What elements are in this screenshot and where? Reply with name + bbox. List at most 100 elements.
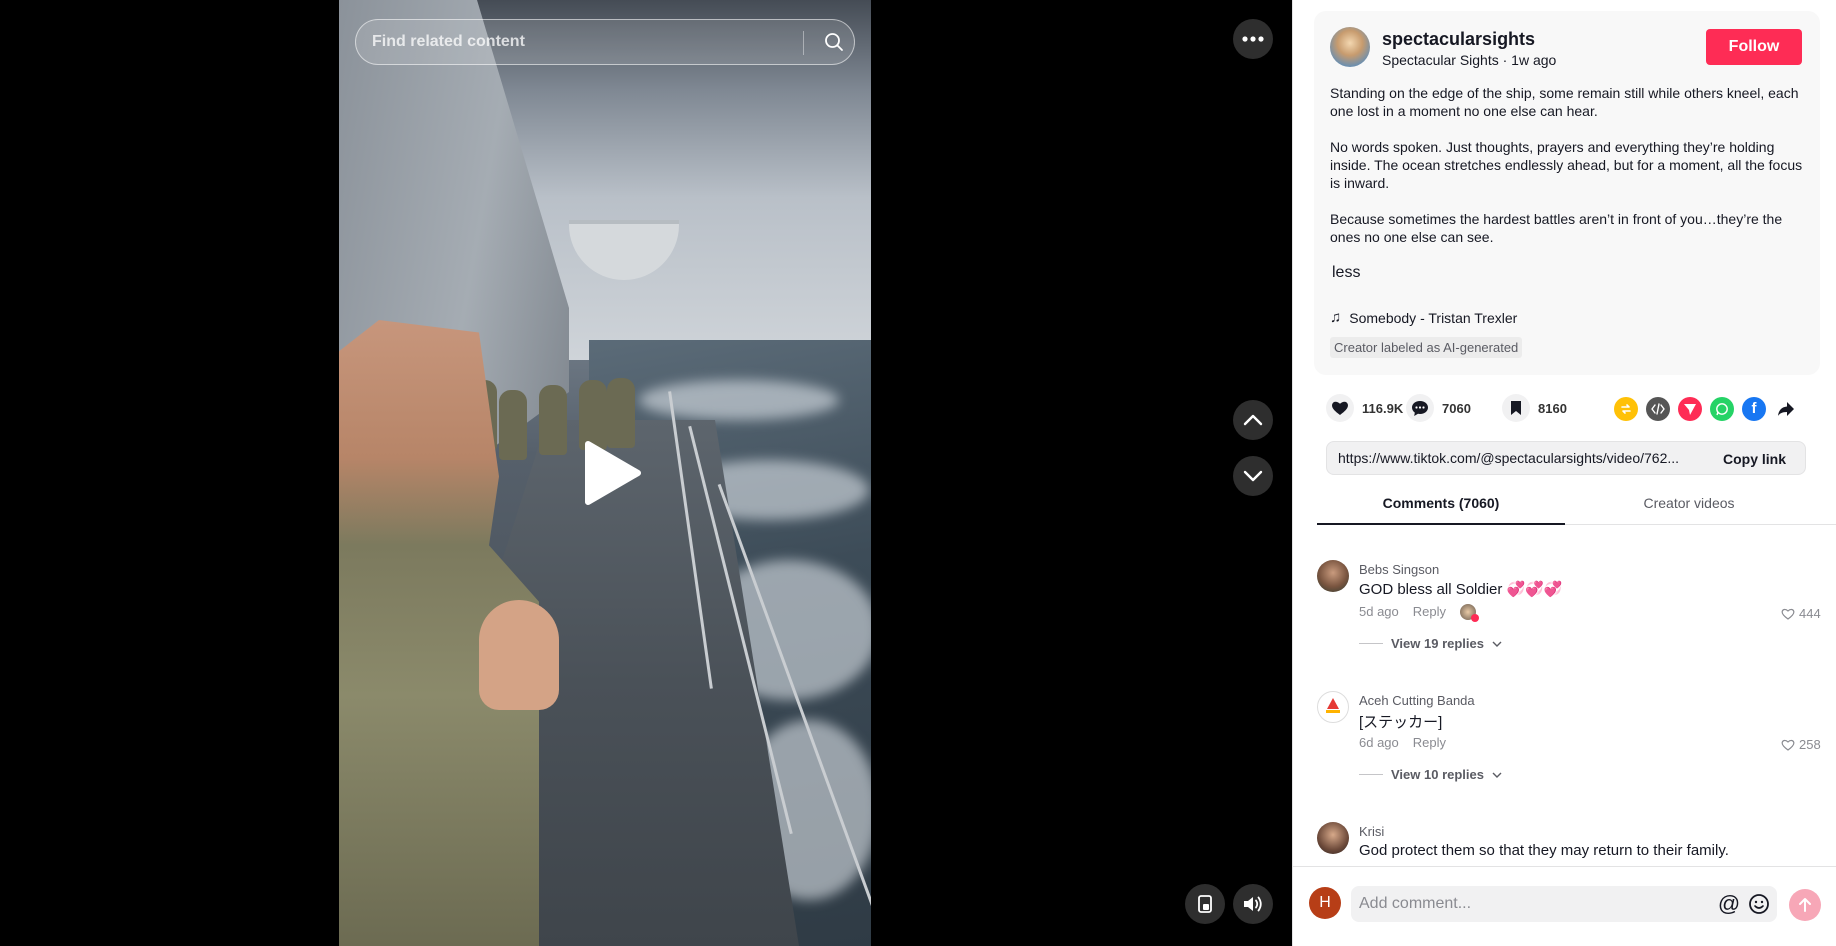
repost-icon[interactable]	[1614, 397, 1638, 421]
commenter-name[interactable]: Krisi	[1359, 824, 1384, 839]
heart-icon	[1326, 394, 1354, 422]
view-replies-label: View 10 replies	[1391, 767, 1484, 782]
divider	[1359, 774, 1383, 775]
mention-button[interactable]: @	[1715, 890, 1743, 918]
ai-generated-label: Creator labeled as AI-generated	[1330, 337, 1523, 358]
embed-icon[interactable]	[1646, 397, 1670, 421]
comment-item: Aceh Cutting Banda [ステッカー] 6d ago Reply …	[1317, 675, 1821, 805]
details-panel: spectacularsights Spectacular Sights · 1…	[1292, 0, 1836, 946]
video-hands	[479, 600, 559, 710]
next-video-button[interactable]	[1233, 456, 1273, 496]
video-figure	[539, 385, 567, 455]
picture-in-picture-icon	[1198, 895, 1212, 913]
view-replies-button[interactable]: View 10 replies	[1359, 767, 1502, 782]
chevron-down-icon	[1492, 641, 1502, 647]
chevron-up-icon	[1243, 414, 1263, 426]
show-less-link[interactable]: less	[1332, 264, 1360, 282]
creator-liked-avatar	[1460, 604, 1480, 622]
view-replies-label: View 19 replies	[1391, 636, 1484, 651]
bookmark-icon	[1502, 394, 1530, 422]
reply-button[interactable]: Reply	[1413, 735, 1446, 750]
video-link-url[interactable]: https://www.tiktok.com/@spectacularsight…	[1338, 450, 1698, 466]
commenter-avatar[interactable]	[1317, 691, 1349, 723]
description-paragraph: No words spoken. Just thoughts, prayers …	[1330, 139, 1803, 191]
volume-button[interactable]	[1233, 884, 1273, 924]
volume-icon	[1244, 896, 1262, 912]
comment-time: 5d ago	[1359, 604, 1399, 619]
commenter-name[interactable]: Bebs Singson	[1359, 562, 1439, 577]
comment-box[interactable]: @	[1351, 886, 1777, 922]
more-icon	[1242, 36, 1264, 42]
video-figure	[607, 378, 635, 448]
chevron-down-icon	[1243, 470, 1263, 482]
follow-button[interactable]: Follow	[1706, 29, 1802, 65]
copy-link-button[interactable]: Copy link	[1711, 443, 1798, 474]
comments-list[interactable]: Bebs Singson GOD bless all Soldier 💞💞💞 5…	[1293, 544, 1836, 862]
description-card: spectacularsights Spectacular Sights · 1…	[1314, 11, 1820, 375]
divider	[1359, 643, 1383, 644]
action-bar: 116.9K 7060 8160 f	[1326, 394, 1816, 422]
like-button[interactable]: 116.9K	[1326, 394, 1403, 422]
previous-video-button[interactable]	[1233, 400, 1273, 440]
user-avatar[interactable]: H	[1309, 887, 1341, 919]
arrow-up-icon	[1799, 898, 1811, 912]
comment-item: Bebs Singson GOD bless all Soldier 💞💞💞 5…	[1317, 544, 1821, 674]
facebook-icon[interactable]: f	[1742, 397, 1766, 421]
save-button[interactable]: 8160	[1502, 394, 1567, 422]
creator-meta: Spectacular Sights · 1w ago	[1382, 52, 1557, 68]
music-title: Somebody - Tristan Trexler	[1349, 309, 1518, 326]
emoji-button[interactable]	[1745, 890, 1773, 918]
comment-icon	[1406, 394, 1434, 422]
creator-avatar[interactable]	[1330, 27, 1370, 67]
heart-outline-icon	[1781, 608, 1795, 620]
music-note-icon: ♫	[1330, 309, 1342, 326]
floating-player-button[interactable]	[1185, 884, 1225, 924]
comment-meta: 6d ago Reply	[1359, 735, 1446, 750]
commenter-avatar[interactable]	[1317, 560, 1349, 592]
comment-item: Krisi God protect them so that they may …	[1317, 806, 1817, 862]
chevron-down-icon	[1492, 772, 1502, 778]
share-arrow-icon[interactable]	[1774, 397, 1798, 421]
emoji-icon	[1749, 894, 1769, 914]
comment-text: GOD bless all Soldier 💞💞💞	[1359, 581, 1563, 598]
heart-outline-icon	[1781, 739, 1795, 751]
description-paragraph: Standing on the edge of the ship, some r…	[1330, 85, 1799, 119]
description-paragraph: Because sometimes the hardest battles ar…	[1330, 211, 1783, 245]
commenter-name[interactable]: Aceh Cutting Banda	[1359, 693, 1475, 708]
search-button[interactable]	[812, 20, 856, 64]
reply-button[interactable]: Reply	[1413, 604, 1446, 620]
comment-text: God protect them so that they may return…	[1359, 842, 1729, 859]
comment-time: 6d ago	[1359, 735, 1399, 750]
comment-meta: 5d ago Reply	[1359, 604, 1480, 622]
play-button[interactable]	[582, 440, 642, 506]
video-player[interactable]	[0, 0, 1292, 946]
music-link[interactable]: ♫ Somebody - Tristan Trexler	[1330, 309, 1517, 326]
send-icon[interactable]	[1678, 397, 1702, 421]
comment-count: 7060	[1442, 400, 1471, 416]
creator-handle[interactable]: spectacularsights	[1382, 29, 1535, 50]
view-replies-button[interactable]: View 19 replies	[1359, 636, 1502, 651]
comment-like-count: 444	[1799, 606, 1821, 621]
commenter-avatar[interactable]	[1317, 822, 1349, 854]
panel-tabs: Comments (7060) Creator videos	[1317, 489, 1836, 525]
tab-creator-videos[interactable]: Creator videos	[1565, 489, 1813, 525]
comment-like-button[interactable]: 444	[1781, 606, 1821, 621]
play-icon	[585, 441, 641, 505]
comment-button[interactable]: 7060	[1406, 394, 1471, 422]
post-comment-button[interactable]	[1789, 889, 1821, 921]
video-figure	[499, 390, 527, 460]
comment-text: [ステッカー]	[1359, 714, 1443, 731]
comment-like-button[interactable]: 258	[1781, 737, 1821, 752]
search-divider	[803, 31, 804, 55]
search-box[interactable]	[355, 19, 855, 65]
save-count: 8160	[1538, 400, 1567, 416]
video-link-box: https://www.tiktok.com/@spectacularsight…	[1326, 441, 1806, 475]
like-count: 116.9K	[1362, 400, 1404, 416]
tab-comments[interactable]: Comments (7060)	[1317, 489, 1565, 525]
comment-composer: H @	[1293, 866, 1836, 946]
whatsapp-icon[interactable]	[1710, 397, 1734, 421]
search-input[interactable]	[372, 20, 792, 64]
search-icon	[825, 33, 843, 51]
more-options-button[interactable]	[1233, 19, 1273, 59]
comment-input[interactable]	[1359, 886, 1699, 922]
